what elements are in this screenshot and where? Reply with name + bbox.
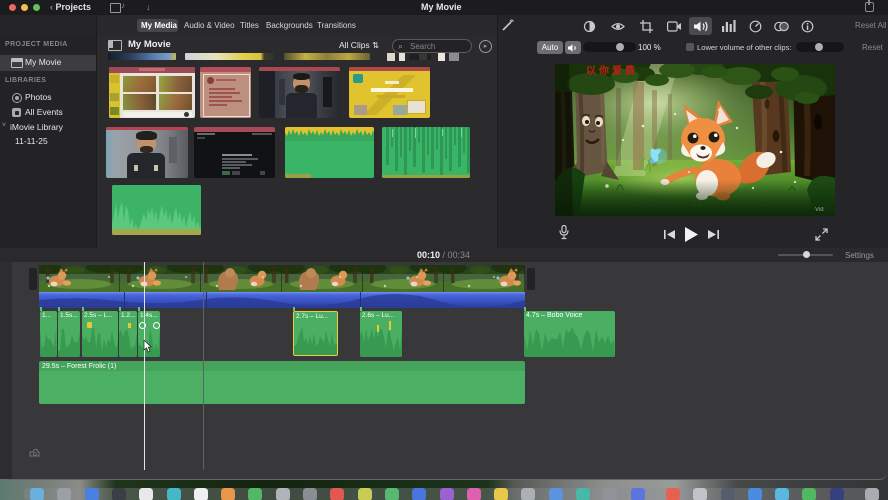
- svg-text:Vid: Vid: [815, 207, 824, 213]
